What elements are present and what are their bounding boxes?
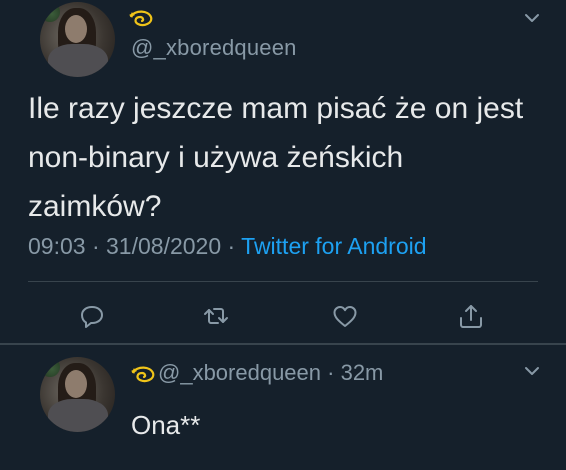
- avatar-plant: [40, 2, 60, 22]
- meta-separator: ·: [85, 233, 107, 259]
- avatar-face: [65, 15, 87, 43]
- dizzy-sparkle-icon: [131, 366, 155, 383]
- avatar-plant: [40, 357, 60, 377]
- tweet-text: Ile razy jeszcze mam pisać że on jest no…: [28, 92, 524, 223]
- chevron-down-icon[interactable]: [523, 364, 541, 378]
- tweet-source[interactable]: Twitter for Android: [241, 233, 426, 259]
- avatar-shirt: [48, 399, 108, 432]
- reply-header: @_xboredqueen · 32m: [158, 360, 383, 386]
- meta-separator: ·: [221, 233, 242, 259]
- share-icon[interactable]: [457, 302, 485, 330]
- avatar-shirt: [48, 44, 108, 77]
- heart-icon[interactable]: [331, 302, 359, 330]
- action-bar: [0, 302, 566, 332]
- main-tweet: @_xboredqueen Ile razy jeszcze mam pisać…: [0, 0, 566, 343]
- reply-icon[interactable]: [78, 302, 106, 330]
- user-handle[interactable]: @_xboredqueen: [158, 360, 321, 385]
- user-handle[interactable]: @_xboredqueen: [131, 35, 297, 61]
- tweet-time[interactable]: 32m: [341, 360, 384, 385]
- avatar-face: [65, 370, 87, 398]
- tweet-date[interactable]: 31/08/2020: [106, 233, 221, 259]
- retweet-icon[interactable]: [202, 302, 230, 330]
- tweet-meta: 09:03 · 31/08/2020 · Twitter for Android: [28, 233, 427, 260]
- divider: [28, 281, 538, 282]
- meta-separator: ·: [321, 360, 341, 385]
- dizzy-sparkle-icon: [129, 10, 153, 27]
- chevron-down-icon[interactable]: [523, 11, 541, 25]
- avatar[interactable]: [40, 2, 115, 77]
- tweet-time[interactable]: 09:03: [28, 233, 86, 259]
- tweet-text: Ona**: [131, 410, 201, 440]
- avatar[interactable]: [40, 357, 115, 432]
